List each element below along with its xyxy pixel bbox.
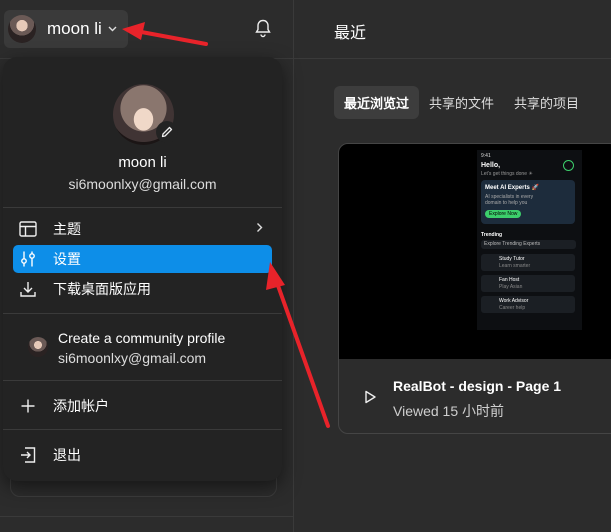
menu-user-email: si6moonlxy@gmail.com: [68, 176, 217, 192]
preview-list-item: Study Tutor Learn smarter: [481, 254, 575, 271]
tab-recent[interactable]: 最近浏览过: [334, 86, 420, 119]
preview-list-item: Fan Host Play Asian: [481, 275, 575, 292]
menu-item-theme[interactable]: 主题: [13, 215, 272, 243]
menu-item-label: 退出: [53, 447, 81, 463]
divider: [3, 313, 282, 314]
file-name: RealBot - design - Page 1: [393, 378, 562, 394]
preview-status-icon: [563, 160, 574, 171]
community-profile-email: si6moonlxy@gmail.com: [58, 350, 207, 366]
account-switcher-button[interactable]: moon li: [4, 10, 128, 48]
menu-item-download-desktop[interactable]: 下载桌面版应用: [13, 275, 272, 303]
file-card[interactable]: 9:41 Hello, Let's get things done ☀ Meet…: [338, 143, 611, 434]
menu-item-settings[interactable]: 设置: [13, 245, 272, 273]
chevron-down-icon: [108, 24, 117, 35]
avatar: [8, 15, 36, 43]
account-menu: moon li si6moonlxy@gmail.com 主题 设置 下载桌面版…: [3, 57, 282, 481]
menu-item-add-account[interactable]: 添加帐户: [13, 392, 272, 420]
divider: [3, 429, 282, 430]
app-preview: 9:41 Hello, Let's get things done ☀ Meet…: [477, 150, 582, 330]
preview-card-text: AI specialists in every domain to help y…: [485, 194, 534, 206]
menu-item-label: 添加帐户: [53, 398, 109, 414]
logout-icon: [18, 445, 38, 465]
user-name: moon li: [47, 19, 102, 38]
preview-filter: Explore Trending Experts: [481, 240, 576, 249]
preview-time: 9:41: [481, 153, 491, 159]
avatar: [28, 337, 48, 357]
preview-card-button: Explore Now: [485, 210, 522, 218]
menu-item-label: 设置: [53, 251, 81, 267]
layout-icon: [18, 219, 38, 239]
menu-item-logout[interactable]: 退出: [13, 441, 272, 469]
menu-item-label: 主题: [53, 221, 81, 237]
preview-feature-card: Meet AI Experts 🚀 AI specialists in ever…: [481, 180, 575, 224]
preview-card-title: Meet AI Experts 🚀: [485, 185, 539, 191]
file-thumbnail: 9:41 Hello, Let's get things done ☀ Meet…: [339, 144, 611, 359]
download-icon: [18, 279, 38, 299]
divider: [294, 58, 611, 59]
file-info: RealBot - design - Page 1 Viewed 15 小时前: [339, 359, 611, 433]
pencil-icon[interactable]: [156, 121, 178, 143]
preview-subtitle: Let's get things done ☀: [481, 171, 533, 177]
community-profile-title: Create a community profile: [58, 330, 226, 346]
play-icon[interactable]: [363, 390, 377, 404]
file-timestamp: Viewed 15 小时前: [393, 403, 505, 419]
menu-item-label: 下载桌面版应用: [53, 281, 151, 297]
tab-shared-files[interactable]: 共享的文件: [419, 86, 504, 119]
bell-icon[interactable]: [253, 18, 273, 38]
preview-section: Trending: [481, 232, 503, 238]
tab-bar: 最近浏览过 共享的文件 共享的项目: [334, 86, 589, 119]
preview-greeting: Hello,: [481, 162, 501, 169]
tab-shared-projects[interactable]: 共享的项目: [504, 86, 589, 119]
plus-icon: [18, 396, 38, 416]
sliders-icon: [18, 249, 38, 269]
menu-user-name: moon li: [118, 154, 167, 171]
divider: [3, 380, 282, 381]
create-community-profile[interactable]: Create a community profile si6moonlxy@gm…: [13, 327, 272, 369]
preview-list-item: Work Advisor Career help: [481, 296, 575, 313]
divider: [3, 207, 282, 208]
page-title: 最近: [334, 25, 367, 42]
divider: [0, 516, 293, 517]
chevron-right-icon: [256, 221, 263, 236]
